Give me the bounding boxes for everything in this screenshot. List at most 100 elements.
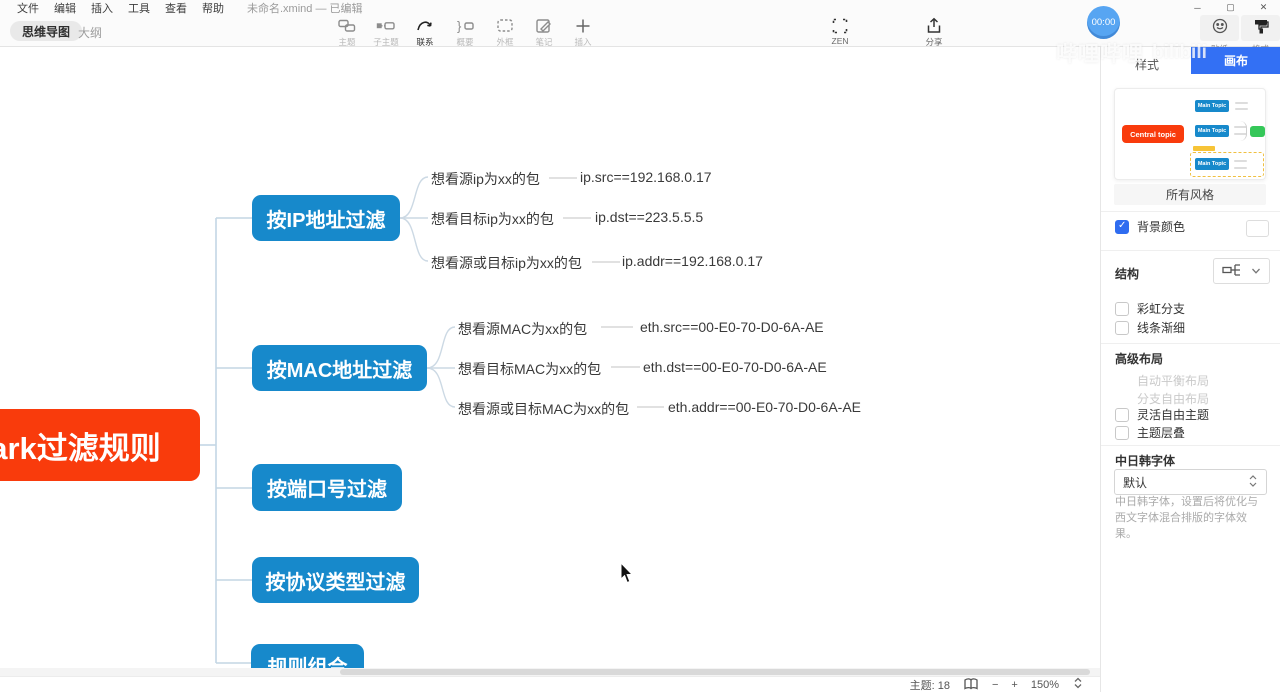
toolbar-note-button[interactable]: 笔记 — [522, 16, 566, 48]
close-icon[interactable]: ✕ — [1247, 2, 1280, 13]
zoom-level[interactable]: 150% — [1031, 679, 1059, 691]
toolbar-summary-button[interactable]: } 概要 — [443, 16, 487, 48]
overview-icon[interactable] — [963, 676, 979, 692]
format-button[interactable] — [1241, 15, 1280, 41]
tab-canvas[interactable]: 画布 — [1191, 47, 1280, 74]
mindmap-canvas[interactable]: Wireshark过滤规则 按IP地址过滤 按MAC地址过滤 按端口号过滤 按协… — [0, 47, 1100, 668]
branch-free-label: 分支自由布局 — [1137, 392, 1210, 406]
central-topic[interactable]: Wireshark过滤规则 — [0, 409, 200, 481]
advanced-layout-title: 高级布局 — [1115, 352, 1164, 366]
topic-count: 主题: 18 — [909, 679, 950, 692]
up-down-chevron-icon — [1248, 474, 1258, 491]
tab-style[interactable]: 样式 — [1135, 56, 1159, 73]
zoom-out-button[interactable]: − — [992, 679, 998, 691]
topic-mac-dst-a[interactable]: eth.dst==00-E0-70-D0-6A-AE — [643, 359, 827, 375]
zen-mode-button[interactable]: ZEN — [818, 16, 862, 46]
document-title: 未命名.xmind — 已编辑 — [247, 2, 363, 15]
preview-summary-topic — [1250, 126, 1265, 137]
structure-label: 结构 — [1115, 267, 1140, 281]
fit-zoom-icon[interactable] — [1072, 676, 1084, 692]
topic-ip-src-q[interactable]: 想看源ip为xx的包 — [431, 169, 540, 189]
rainbow-branch-checkbox[interactable] — [1115, 301, 1129, 316]
topic-ip-dst-a[interactable]: ip.dst==223.5.5.5 — [595, 209, 703, 225]
tapered-lines-checkbox[interactable] — [1115, 320, 1129, 335]
summary-icon: } — [443, 16, 487, 35]
background-color-checkbox[interactable] — [1115, 219, 1129, 234]
preview-main-topic: Main Topic — [1195, 100, 1229, 112]
topic-ip-addr-a[interactable]: ip.addr==192.168.0.17 — [622, 253, 763, 269]
flexible-floating-label: 灵活自由主题 — [1137, 408, 1210, 422]
topic-mac-dst-q[interactable]: 想看目标MAC为xx的包 — [458, 359, 601, 379]
background-color-swatch[interactable] — [1246, 220, 1269, 237]
toolbar-relationship-button[interactable]: 联系 — [403, 16, 447, 48]
branch-rule-combo[interactable]: 规则组合 — [251, 644, 364, 668]
topic-ip-addr-q[interactable]: 想看源或目标ip为xx的包 — [431, 253, 582, 273]
toolbar-boundary-button[interactable]: 外框 — [483, 16, 527, 48]
tapered-lines-label: 线条渐细 — [1137, 321, 1186, 335]
topic-ip-dst-q[interactable]: 想看目标ip为xx的包 — [431, 209, 554, 229]
maximize-icon[interactable]: ▢ — [1214, 2, 1247, 13]
preview-summary-bracket — [1240, 121, 1247, 141]
flexible-floating-checkbox[interactable] — [1115, 407, 1129, 422]
branch-mac-filter[interactable]: 按MAC地址过滤 — [252, 345, 427, 391]
topic-mac-addr-a[interactable]: eth.addr==00-E0-70-D0-6A-AE — [668, 399, 861, 415]
cjk-font-dropdown[interactable]: 默认 — [1114, 469, 1267, 495]
window-controls: ─ ▢ ✕ — [1181, 0, 1280, 15]
menu-tools[interactable]: 工具 — [128, 0, 150, 16]
format-panel: 样式 画布 Central topic Main Topic Main Topi… — [1100, 47, 1280, 692]
zoom-in-button[interactable]: + — [1011, 679, 1017, 691]
topic-overlap-label: 主题层叠 — [1137, 426, 1186, 440]
topic-icon — [325, 16, 369, 35]
tab-outline[interactable]: 大纲 — [78, 24, 102, 41]
cjk-font-title: 中日韩字体 — [1115, 454, 1176, 468]
svg-text:}: } — [457, 18, 462, 33]
menu-edit[interactable]: 编辑 — [54, 0, 76, 16]
preview-central-topic: Central topic — [1122, 125, 1184, 143]
branch-ip-filter[interactable]: 按IP地址过滤 — [252, 195, 400, 241]
scrollbar-thumb[interactable] — [340, 669, 1090, 675]
structure-logic-chart-icon — [1222, 262, 1244, 281]
toolbar-topic-button[interactable]: 主题 — [325, 16, 369, 48]
menu-help[interactable]: 帮助 — [202, 0, 224, 16]
preview-main-topic: Main Topic — [1195, 125, 1229, 137]
toolbar-insert-button[interactable]: 插入 — [561, 16, 605, 48]
toolbar-subtopic-button[interactable]: 子主题 — [364, 16, 408, 48]
menu-bar: 文件 编辑 插入 工具 查看 帮助 未命名.xmind — 已编辑 ─ ▢ ✕ — [0, 0, 1280, 15]
menu-file[interactable]: 文件 — [17, 0, 39, 16]
horizontal-scrollbar[interactable] — [0, 668, 1100, 676]
boundary-icon — [483, 16, 527, 35]
sticker-button[interactable] — [1200, 15, 1239, 41]
xmind-window: 文件 编辑 插入 工具 查看 帮助 未命名.xmind — 已编辑 ─ ▢ ✕ … — [0, 0, 1280, 692]
note-icon — [522, 16, 566, 35]
cjk-font-help: 中日韩字体，设置后将优化与西文字体混合排版的字体效果。 — [1115, 496, 1258, 540]
subtopic-icon — [364, 16, 408, 35]
sticker-icon — [1211, 17, 1229, 40]
tab-mindmap[interactable]: 思维导图 — [10, 21, 83, 41]
branch-protocol-filter[interactable]: 按协议类型过滤 — [252, 557, 419, 603]
insert-plus-icon — [561, 16, 605, 35]
all-styles-button[interactable]: 所有风格 — [1114, 184, 1266, 205]
style-preview-card[interactable]: Central topic Main Topic Main Topic Main… — [1114, 88, 1266, 180]
rainbow-branch-label: 彩虹分支 — [1137, 302, 1186, 316]
topic-mac-src-a[interactable]: eth.src==00-E0-70-D0-6A-AE — [640, 319, 824, 335]
share-icon — [912, 16, 956, 35]
relationship-icon — [403, 16, 447, 35]
topic-mac-src-q[interactable]: 想看源MAC为xx的包 — [458, 319, 587, 339]
structure-dropdown[interactable] — [1213, 258, 1270, 284]
topic-ip-src-a[interactable]: ip.src==192.168.0.17 — [580, 169, 712, 185]
minimize-icon[interactable]: ─ — [1181, 3, 1214, 13]
cjk-font-value: 默认 — [1123, 475, 1148, 490]
preview-boundary-box: Main Topic — [1190, 152, 1264, 177]
menu-view[interactable]: 查看 — [165, 0, 187, 16]
connector-lines — [200, 176, 664, 664]
preview-main-topic: Main Topic — [1195, 158, 1229, 170]
menu-insert[interactable]: 插入 — [91, 0, 113, 16]
topic-overlap-checkbox[interactable] — [1115, 425, 1129, 440]
auto-balance-label: 自动平衡布局 — [1137, 374, 1210, 388]
share-button[interactable]: 分享 — [912, 16, 956, 48]
recording-timer: 00:00 — [1087, 6, 1120, 39]
branch-port-filter[interactable]: 按端口号过滤 — [252, 464, 402, 511]
preview-boundary-title — [1193, 146, 1215, 151]
background-color-label: 背景颜色 — [1137, 220, 1186, 234]
topic-mac-addr-q[interactable]: 想看源或目标MAC为xx的包 — [458, 399, 629, 419]
